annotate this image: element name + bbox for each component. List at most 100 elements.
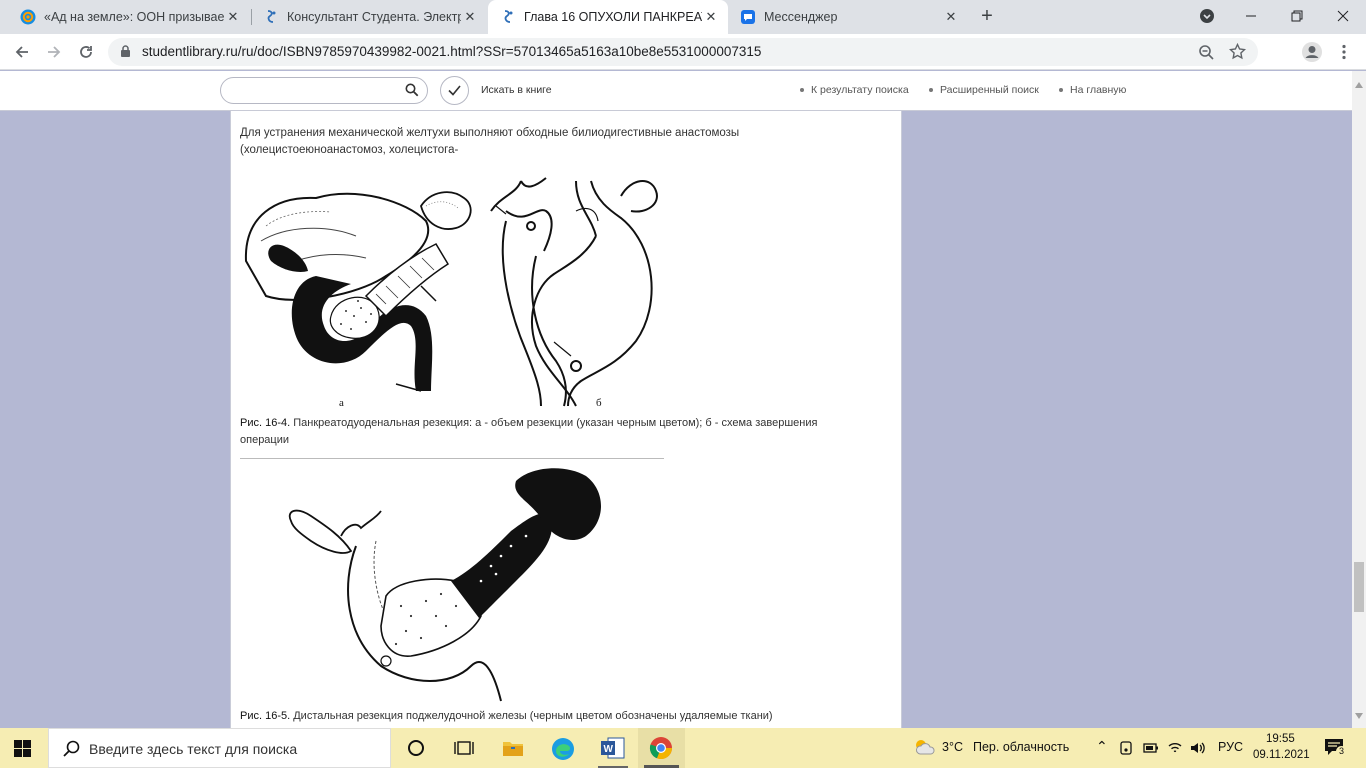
avatar-icon xyxy=(1302,42,1322,62)
page-scrollbar[interactable] xyxy=(1352,71,1366,728)
figure-ref: Рис. 16-4. xyxy=(240,417,291,429)
tab-search-button[interactable] xyxy=(1184,0,1230,32)
edge-icon xyxy=(552,738,574,760)
reload-icon xyxy=(80,46,92,58)
scroll-down-icon[interactable] xyxy=(1355,706,1363,724)
weather-description[interactable]: Пер. облачность xyxy=(973,740,1069,754)
menu-button[interactable] xyxy=(1332,40,1356,64)
restore-icon xyxy=(1291,10,1303,22)
lock-icon[interactable] xyxy=(120,45,131,63)
cortana-button[interactable] xyxy=(407,739,425,762)
close-tab-icon[interactable]: ✕ xyxy=(942,8,960,26)
word-button[interactable]: W xyxy=(598,736,628,768)
scroll-up-icon[interactable] xyxy=(1355,75,1363,93)
figure-label-a: а xyxy=(339,397,344,409)
minimize-button[interactable] xyxy=(1228,0,1274,32)
tab-title: «Ад на земле»: ООН призывает xyxy=(44,10,224,24)
arrow-left-icon xyxy=(15,46,28,58)
close-window-button[interactable] xyxy=(1320,0,1366,32)
close-icon xyxy=(1337,10,1349,22)
chevron-down-icon xyxy=(1200,9,1214,23)
input-language[interactable]: РУС xyxy=(1218,740,1243,754)
svg-text:W: W xyxy=(604,744,614,755)
weather-temperature[interactable]: 3°C xyxy=(942,740,963,754)
close-tab-icon[interactable]: ✕ xyxy=(461,8,479,26)
search-icon xyxy=(63,740,80,762)
kebab-menu-icon xyxy=(1342,44,1346,60)
notifications-button[interactable]: 3 xyxy=(1324,738,1347,761)
link-label: Расширенный поиск xyxy=(940,84,1039,96)
notification-count: 3 xyxy=(1336,746,1347,757)
edge-browser-button[interactable] xyxy=(551,737,575,766)
link-label: К результату поиска xyxy=(811,84,909,96)
figure-label-b: б xyxy=(596,397,602,409)
word-icon: W xyxy=(601,737,625,759)
tab-consultant[interactable]: Консультант Студента. Электрон ✕ xyxy=(251,0,487,34)
tab-messenger[interactable]: Мессенджер ✕ xyxy=(728,0,968,34)
windows-logo-icon xyxy=(14,740,31,757)
device-icon[interactable] xyxy=(1119,741,1133,760)
url-text[interactable]: studentlibrary.ru/ru/doc/ISBN97859704399… xyxy=(142,44,761,59)
search-in-book-toggle[interactable] xyxy=(440,76,469,105)
windows-taskbar: Введите здесь текст для поиска W 3°C Пер… xyxy=(0,728,1366,768)
forward-button[interactable] xyxy=(42,40,66,64)
tab-title: Мессенджер xyxy=(764,10,838,24)
minimize-icon xyxy=(1246,15,1256,17)
search-in-book-label[interactable]: Искать в книге xyxy=(481,84,552,96)
taskbar-search-placeholder: Введите здесь текст для поиска xyxy=(89,741,298,757)
zoom-icon[interactable] xyxy=(1198,44,1214,65)
cortana-icon xyxy=(408,740,424,756)
student-library-icon xyxy=(263,9,279,25)
arrow-right-icon xyxy=(48,46,61,58)
search-icon[interactable] xyxy=(405,83,419,97)
close-tab-icon[interactable]: ✕ xyxy=(702,8,720,26)
tab-title: Глава 16 ОПУХОЛИ ПАНКРЕАТО xyxy=(524,10,702,24)
windows-start-button[interactable] xyxy=(14,740,31,762)
figure-16-4-caption: Рис. 16-4. Панкреатодуоденальная резекци… xyxy=(240,415,860,449)
restore-button[interactable] xyxy=(1274,0,1320,32)
search-input[interactable] xyxy=(220,77,428,104)
caption-text: Дистальная резекция поджелудочной железы… xyxy=(290,710,773,722)
close-tab-icon[interactable]: ✕ xyxy=(224,8,242,26)
intro-paragraph: Для устранения механической желтухи выпо… xyxy=(240,127,740,156)
new-tab-button[interactable]: + xyxy=(976,5,998,27)
bullet-icon xyxy=(1059,88,1063,93)
tab-title: Консультант Студента. Электрон xyxy=(287,10,461,24)
messenger-icon xyxy=(740,9,756,25)
clock-date[interactable]: 09.11.2021 xyxy=(1253,749,1310,761)
folder-icon xyxy=(503,742,523,756)
bookmark-star-icon[interactable] xyxy=(1228,42,1247,65)
figure-ref: Рис. 16-5. xyxy=(240,710,291,722)
scrollbar-thumb[interactable] xyxy=(1354,562,1364,612)
weather-widget[interactable] xyxy=(912,737,936,762)
task-view-button[interactable] xyxy=(454,739,474,762)
document-page: Для устранения механической желтухи выпо… xyxy=(230,111,902,728)
chevron-up-icon[interactable]: ⌃ xyxy=(1096,738,1108,755)
figure-16-5-caption: Рис. 16-5. Дистальная резекция поджелудо… xyxy=(240,708,860,725)
link-advanced-search[interactable]: Расширенный поиск xyxy=(929,84,1039,96)
file-explorer-button[interactable] xyxy=(502,738,524,763)
taskbar-search-box[interactable]: Введите здесь текст для поиска xyxy=(48,728,391,768)
link-label: На главную xyxy=(1070,84,1127,96)
figure-16-5-illustration xyxy=(288,468,601,702)
partly-cloudy-icon xyxy=(916,740,935,755)
wifi-icon[interactable] xyxy=(1167,740,1183,761)
back-button[interactable] xyxy=(10,40,34,64)
profile-button[interactable] xyxy=(1300,40,1324,64)
divider xyxy=(240,458,664,459)
tab-strip: «Ад на земле»: ООН призывает ✕ Консульта… xyxy=(0,0,1366,34)
browser-toolbar: studentlibrary.ru/ru/doc/ISBN97859704399… xyxy=(0,34,1366,70)
mail-ru-icon xyxy=(20,9,36,25)
tab-chapter-16[interactable]: Глава 16 ОПУХОЛИ ПАНКРЕАТО ✕ xyxy=(488,0,728,34)
address-bar[interactable]: studentlibrary.ru/ru/doc/ISBN97859704399… xyxy=(108,38,1258,66)
tab-news[interactable]: «Ад на земле»: ООН призывает ✕ xyxy=(8,0,250,34)
link-back-to-results[interactable]: К результату поиска xyxy=(800,84,909,96)
figure-a-drawing: а xyxy=(244,191,472,409)
site-header: Искать в книге К результату поиска Расши… xyxy=(0,71,1352,111)
reload-button[interactable] xyxy=(74,40,98,64)
chrome-button[interactable] xyxy=(638,728,685,768)
link-home[interactable]: На главную xyxy=(1059,84,1126,96)
clock-time[interactable]: 19:55 xyxy=(1266,733,1295,745)
battery-icon[interactable] xyxy=(1143,741,1159,760)
volume-icon[interactable] xyxy=(1190,740,1206,761)
